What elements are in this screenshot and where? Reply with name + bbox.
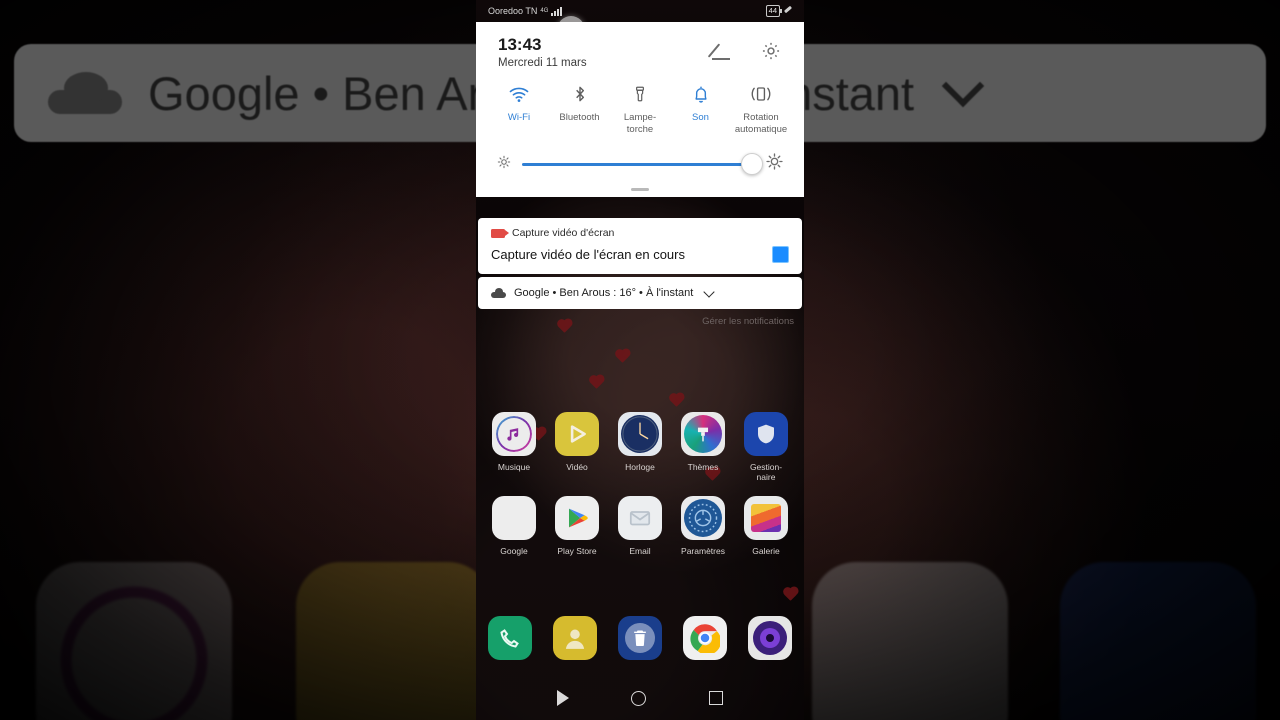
app-themes[interactable]: Thèmes <box>677 412 729 482</box>
pencil-icon[interactable] <box>710 40 732 62</box>
app-google-folder[interactable]: Google <box>488 496 540 556</box>
app-label: Horloge <box>625 462 655 472</box>
app-label: Galerie <box>752 546 780 556</box>
wallpaper-heart <box>784 588 797 601</box>
app-label: Paramètres <box>681 546 725 556</box>
settings-dial-icon <box>681 496 725 540</box>
gear-icon[interactable] <box>760 40 782 62</box>
carrier-label: Ooredoo TN <box>488 6 538 16</box>
notification-title: Capture vidéo de l'écran en cours <box>491 247 685 262</box>
tile-label: Rotation automatique <box>734 112 788 135</box>
notification-screen-recorder[interactable]: Capture vidéo d'écran Capture vidéo de l… <box>478 218 802 274</box>
bluetooth-icon <box>570 83 590 105</box>
status-bar: Ooredoo TN 4G 44 <box>476 0 804 22</box>
quick-settings-tiles: Wi-Fi Bluetooth Lampe-torche Son Rotatio… <box>476 69 804 136</box>
navigation-bar <box>476 676 804 720</box>
phone-viewport: Ooredoo TN 4G 44 13:43 Mercredi 11 mars <box>476 0 804 720</box>
tile-label: Son <box>692 112 709 123</box>
quick-settings-panel: 13:43 Mercredi 11 mars Wi-Fi Bluetooth L… <box>476 22 804 197</box>
rotation-icon <box>749 83 773 105</box>
stylus-icon <box>783 7 792 16</box>
cloud-icon <box>48 72 122 114</box>
panel-drag-handle[interactable] <box>631 188 649 191</box>
notification-list: Capture vidéo d'écran Capture vidéo de l… <box>476 218 804 312</box>
google-folder-icon <box>492 496 536 540</box>
notification-weather-text: Google • Ben Arous : 16° • À l'instant <box>514 287 694 299</box>
clock-date: Mercredi 11 mars <box>498 57 587 69</box>
app-row-2: Google Play Store Email Paramètres Galer… <box>476 496 804 556</box>
music-note-icon <box>492 412 536 456</box>
brightness-high-icon <box>765 152 784 176</box>
camera-icon[interactable] <box>748 616 792 660</box>
wallpaper-heart <box>670 394 683 407</box>
app-label: Google <box>500 546 528 556</box>
chrome-icon[interactable] <box>683 616 727 660</box>
app-galerie[interactable]: Galerie <box>740 496 792 556</box>
app-label: Thèmes <box>687 462 719 472</box>
bell-icon <box>691 83 711 105</box>
quick-settings-header: 13:43 Mercredi 11 mars <box>476 34 804 69</box>
chevron-down-icon <box>941 64 985 108</box>
wallpaper-heart <box>590 376 603 389</box>
wifi-icon <box>508 83 530 105</box>
app-video[interactable]: Vidéo <box>551 412 603 482</box>
tile-label: Bluetooth <box>559 112 600 123</box>
cloud-icon <box>491 287 506 298</box>
play-store-icon <box>555 496 599 540</box>
network-type-label: 4G <box>540 8 549 14</box>
app-horloge[interactable]: Horloge <box>614 412 666 482</box>
clock-icon <box>618 412 662 456</box>
notification-weather[interactable]: Google • Ben Arous : 16° • À l'instant <box>478 277 802 309</box>
shield-icon <box>744 412 788 456</box>
tile-auto-rotate[interactable]: Rotation automatique <box>732 83 790 136</box>
dock <box>476 616 804 660</box>
app-play-store[interactable]: Play Store <box>551 496 603 556</box>
video-play-icon <box>555 412 599 456</box>
app-gestionnaire[interactable]: Gestion- naire <box>740 412 792 482</box>
tile-flashlight[interactable]: Lampe-torche <box>611 83 669 136</box>
app-label: Vidéo <box>566 462 588 472</box>
tile-sound[interactable]: Son <box>672 83 730 136</box>
app-parametres[interactable]: Paramètres <box>677 496 729 556</box>
brightness-slider[interactable] <box>522 153 763 175</box>
brightness-low-icon <box>496 154 512 175</box>
flashlight-icon <box>631 83 649 105</box>
app-row-1: Musique Vidéo Horloge Thèmes Gestion- na… <box>476 412 804 482</box>
notification-app-name: Capture vidéo d'écran <box>512 227 615 239</box>
wallpaper-heart <box>616 350 629 363</box>
app-label: Play Store <box>557 546 597 556</box>
home-icon[interactable] <box>631 690 647 706</box>
app-label: Gestion- naire <box>749 462 783 482</box>
manage-notifications-link[interactable]: Gérer les notifications <box>702 316 794 327</box>
tile-wifi[interactable]: Wi-Fi <box>490 83 548 136</box>
wallpaper-heart <box>558 320 571 333</box>
touch-indicator <box>557 16 585 44</box>
video-camera-icon <box>491 228 509 238</box>
envelope-icon <box>618 496 662 540</box>
screen-root: Google • Ben Arous : 16° • À l'instant O… <box>0 0 1280 720</box>
app-email[interactable]: Email <box>614 496 666 556</box>
gallery-icon <box>744 496 788 540</box>
app-grid: Musique Vidéo Horloge Thèmes Gestion- na… <box>476 412 804 570</box>
app-musique[interactable]: Musique <box>488 412 540 482</box>
contact-icon[interactable] <box>553 616 597 660</box>
trash-icon[interactable] <box>618 616 662 660</box>
brightness-slider-handle[interactable] <box>741 153 763 175</box>
phone-icon[interactable] <box>488 616 532 660</box>
chevron-down-icon[interactable] <box>703 285 715 298</box>
stop-recording-button[interactable] <box>772 246 789 263</box>
tile-label: Lampe-torche <box>623 112 657 135</box>
app-label: Email <box>629 546 651 556</box>
back-icon[interactable] <box>557 690 570 706</box>
signal-icon <box>551 6 563 16</box>
app-label: Musique <box>497 462 531 472</box>
recents-icon[interactable] <box>708 691 723 705</box>
tile-label: Wi-Fi <box>507 112 531 123</box>
battery-icon: 44 <box>765 5 783 17</box>
tile-bluetooth[interactable]: Bluetooth <box>551 83 609 136</box>
paintbrush-icon <box>681 412 725 456</box>
brightness-row <box>476 136 804 176</box>
